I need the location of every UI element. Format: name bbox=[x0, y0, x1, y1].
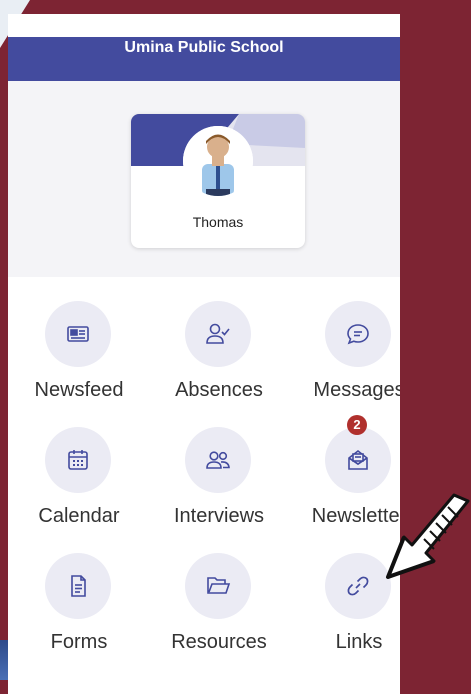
tile-messages[interactable]: Messages bbox=[299, 301, 400, 411]
student-card[interactable]: Thomas bbox=[131, 114, 305, 248]
people-icon bbox=[206, 451, 230, 469]
tile-label-calendar: Calendar bbox=[38, 505, 120, 527]
forms-circle bbox=[45, 553, 111, 619]
tile-newsfeed[interactable]: Newsfeed bbox=[19, 301, 139, 411]
tile-label-newsfeed: Newsfeed bbox=[34, 379, 124, 401]
resources-circle bbox=[185, 553, 251, 619]
person-check-icon bbox=[206, 323, 230, 344]
tile-label-links: Links bbox=[335, 631, 383, 653]
app-screen: Umina Public School Thomas Newsfeed Abse… bbox=[8, 14, 400, 694]
folder-icon bbox=[207, 577, 231, 594]
newspaper-icon bbox=[67, 326, 89, 342]
student-photo-icon bbox=[183, 126, 253, 196]
links-circle bbox=[325, 553, 391, 619]
background-corner-decoration-bottom bbox=[0, 640, 8, 680]
tile-label-resources: Resources bbox=[171, 631, 267, 653]
newsfeed-circle bbox=[45, 301, 111, 367]
link-icon bbox=[347, 576, 369, 596]
tile-forms[interactable]: Forms bbox=[19, 553, 139, 663]
tile-label-messages: Messages bbox=[313, 379, 400, 401]
tile-calendar[interactable]: Calendar bbox=[19, 427, 139, 537]
tile-interviews[interactable]: Interviews bbox=[159, 427, 279, 537]
tile-absences[interactable]: Absences bbox=[159, 301, 279, 411]
calendar-icon bbox=[68, 450, 88, 470]
envelope-open-icon bbox=[348, 449, 368, 470]
newsletter-circle bbox=[325, 427, 391, 493]
newsletter-badge: 2 bbox=[347, 415, 367, 435]
tile-label-forms: Forms bbox=[50, 631, 108, 653]
chat-bubble-icon bbox=[347, 324, 369, 345]
student-name: Thomas bbox=[192, 214, 244, 230]
messages-circle bbox=[325, 301, 391, 367]
absences-circle bbox=[185, 301, 251, 367]
calendar-circle bbox=[45, 427, 111, 493]
tile-label-interviews: Interviews bbox=[173, 505, 265, 527]
tile-label-absences: Absences bbox=[175, 379, 263, 401]
tile-resources[interactable]: Resources bbox=[159, 553, 279, 663]
app-header: Umina Public School bbox=[8, 37, 400, 81]
interviews-circle bbox=[185, 427, 251, 493]
student-avatar bbox=[183, 126, 253, 196]
hand-drawn-arrow-icon bbox=[386, 493, 470, 579]
tile-label-newsletter: Newsletter bbox=[311, 505, 400, 527]
school-title: Umina Public School bbox=[124, 39, 284, 56]
document-icon bbox=[71, 575, 86, 597]
